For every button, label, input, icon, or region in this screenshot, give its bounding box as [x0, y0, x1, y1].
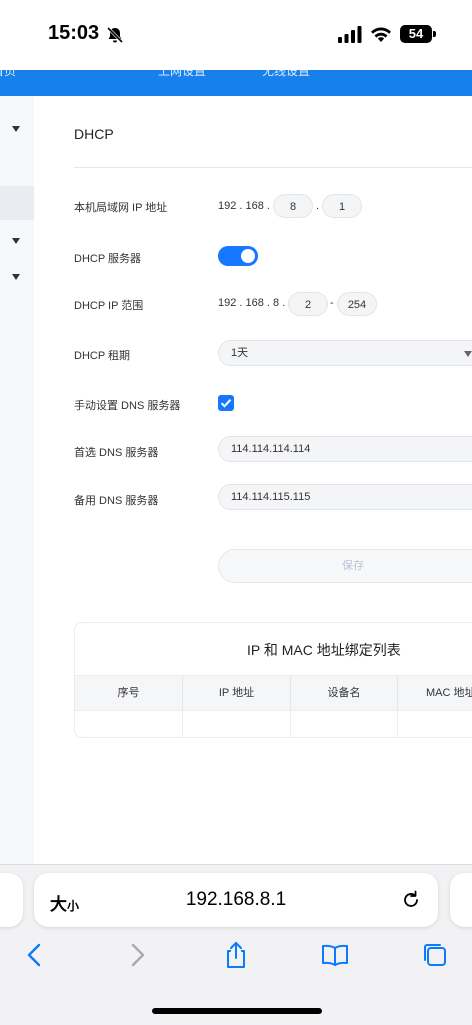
status-time: 15:03: [48, 22, 100, 44]
manual-dns-checkbox[interactable]: [218, 395, 234, 411]
reload-icon[interactable]: [400, 889, 422, 911]
share-icon[interactable]: [221, 940, 251, 970]
table-cell: [75, 710, 183, 737]
table-title: IP 和 MAC 地址绑定列表: [247, 642, 401, 658]
lan-ip-dot: .: [316, 200, 320, 212]
lan-ip-octet4-field[interactable]: 1: [322, 194, 362, 218]
dhcp-server-label: DHCP 服务器: [74, 253, 142, 265]
ip-mac-binding-table: IP 和 MAC 地址绑定列表 序号 IP 地址 设备名 MAC 地址: [74, 622, 472, 738]
chevron-down-icon[interactable]: [12, 274, 20, 280]
chevron-down-icon[interactable]: [12, 126, 20, 132]
lan-ip-prefix: 192 . 168 .: [218, 200, 270, 212]
column-header-mac: MAC 地址: [426, 687, 472, 699]
sidebar: [0, 96, 34, 864]
back-icon[interactable]: [20, 940, 50, 970]
table-cell: [183, 710, 291, 737]
cellular-signal-icon: [338, 26, 362, 43]
top-navigation: 首页 上网设置 无线设置: [0, 70, 472, 96]
home-indicator: [152, 1008, 322, 1014]
nav-item-wireless[interactable]: 无线设置: [262, 70, 310, 79]
next-tab-card[interactable]: [450, 873, 472, 927]
table-cell: [398, 710, 472, 737]
table-row: [75, 710, 472, 737]
bookmarks-icon[interactable]: [320, 940, 350, 970]
chevron-down-icon[interactable]: [12, 238, 20, 244]
dhcp-server-toggle[interactable]: [218, 246, 258, 266]
sidebar-item-active[interactable]: [0, 186, 34, 220]
column-header-index: 序号: [75, 676, 183, 710]
lan-ip-label: 本机局域网 IP 地址: [74, 202, 168, 214]
chevron-down-icon: [464, 351, 472, 357]
url-text[interactable]: 192.168.8.1: [34, 889, 438, 911]
forward-icon[interactable]: [122, 940, 152, 970]
column-header-device: 设备名: [291, 676, 398, 710]
primary-dns-label: 首选 DNS 服务器: [74, 447, 159, 459]
table-cell: [291, 710, 398, 737]
secondary-dns-input[interactable]: 114.114.115.115: [218, 484, 472, 510]
wifi-icon: [371, 27, 391, 42]
nav-item-internet[interactable]: 上网设置: [158, 70, 206, 79]
table-header: 序号 IP 地址 设备名 MAC 地址: [75, 675, 472, 711]
primary-dns-input[interactable]: 114.114.114.114: [218, 436, 472, 462]
column-header-ip: IP 地址: [183, 676, 291, 710]
toggle-knob: [241, 249, 255, 263]
battery-indicator: 54: [400, 25, 436, 43]
status-bar: 15:03 54: [0, 0, 472, 70]
address-bar[interactable]: 大小 192.168.8.1: [34, 873, 438, 927]
dhcp-range-start-field[interactable]: 2: [288, 292, 328, 316]
manual-dns-label: 手动设置 DNS 服务器: [74, 400, 181, 412]
battery-tip: [433, 31, 436, 37]
nav-item-home[interactable]: 首页: [0, 70, 16, 79]
dhcp-lease-select[interactable]: 1天: [218, 340, 472, 366]
save-button[interactable]: 保存: [218, 549, 472, 583]
table-title-row: IP 和 MAC 地址绑定列表: [75, 623, 472, 675]
divider: [74, 167, 472, 168]
dhcp-lease-label: DHCP 租期: [74, 350, 131, 362]
dhcp-range-prefix: 192 . 168 . 8 .: [218, 297, 286, 309]
checkmark-icon: [220, 399, 232, 408]
previous-tab-card[interactable]: [0, 873, 23, 927]
dhcp-range-end-field[interactable]: 254: [337, 292, 377, 316]
range-dash: -: [330, 297, 334, 309]
silent-bell-icon: [106, 26, 124, 44]
lan-ip-octet3-field[interactable]: 8: [273, 194, 313, 218]
tabs-icon[interactable]: [420, 940, 450, 970]
section-title: DHCP: [74, 126, 114, 142]
battery-level: 54: [408, 26, 424, 41]
secondary-dns-label: 备用 DNS 服务器: [74, 495, 159, 507]
dhcp-range-label: DHCP IP 范围: [74, 300, 144, 312]
